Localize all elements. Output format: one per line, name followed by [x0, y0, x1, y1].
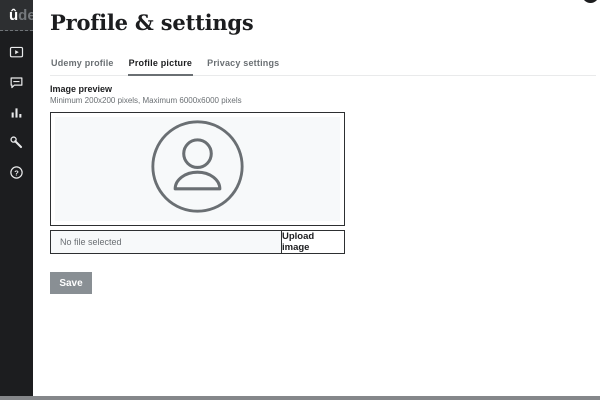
sidebar-nav: ? — [0, 31, 33, 187]
file-input[interactable]: No file selected — [51, 231, 281, 253]
sidebar-item-tools[interactable] — [0, 127, 33, 157]
profile-settings-page: Profile & settings Udemy profile Profile… — [33, 0, 600, 400]
chat-icon — [9, 75, 24, 90]
image-preview-label: Image preview — [50, 84, 112, 94]
wrench-icon — [9, 135, 24, 150]
bar-chart-icon — [9, 105, 24, 120]
file-upload-row: No file selected Upload image — [50, 230, 345, 254]
sidebar-item-communication[interactable] — [0, 67, 33, 97]
image-preview-box — [50, 112, 345, 226]
tab-udemy-profile[interactable]: Udemy profile — [50, 52, 115, 76]
avatar[interactable] — [582, 0, 599, 3]
footer-bar — [0, 396, 600, 400]
sidebar-item-resources[interactable]: ? — [0, 157, 33, 187]
upload-image-button[interactable]: Upload image — [281, 231, 344, 253]
save-button[interactable]: Save — [50, 272, 92, 294]
tab-privacy-settings[interactable]: Privacy settings — [206, 52, 280, 76]
udemy-logo-text: û — [9, 7, 18, 24]
video-icon — [9, 45, 24, 60]
sidebar-item-courses[interactable] — [0, 37, 33, 67]
help-icon: ? — [9, 165, 24, 180]
sidebar-item-performance[interactable] — [0, 97, 33, 127]
avatar-placeholder-icon — [150, 119, 245, 219]
image-preview-area — [55, 117, 340, 221]
svg-text:?: ? — [14, 168, 19, 177]
udemy-logo[interactable]: ûde — [0, 0, 33, 31]
settings-tabs: Udemy profile Profile picture Privacy se… — [50, 52, 596, 76]
page-title: Profile & settings — [50, 10, 254, 35]
instructor-sidebar: ûde — [0, 0, 33, 400]
image-size-hint: Minimum 200x200 pixels, Maximum 6000x600… — [50, 96, 242, 105]
tab-profile-picture[interactable]: Profile picture — [128, 52, 194, 76]
